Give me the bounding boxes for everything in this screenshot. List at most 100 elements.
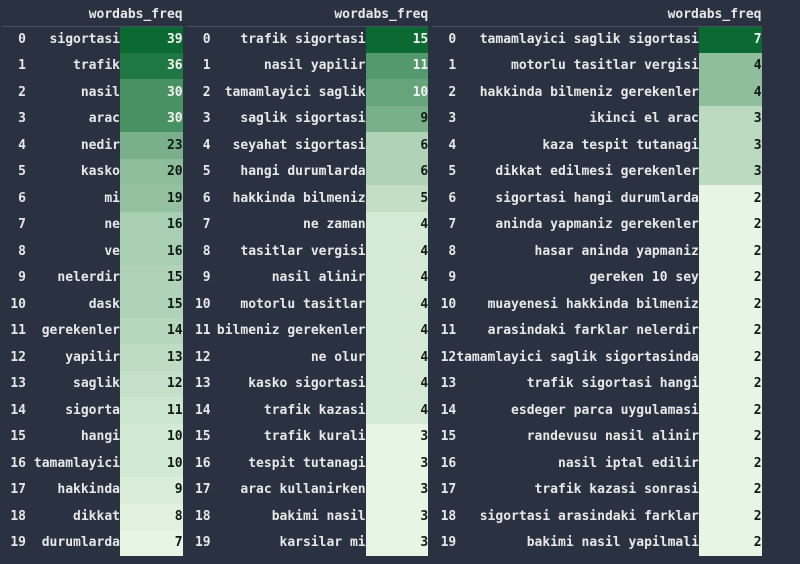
row-index: 11 [187, 318, 211, 345]
row-index: 4 [187, 132, 211, 159]
table-row: 11gerekenler14 [2, 318, 183, 345]
row-freq: 15 [120, 265, 183, 292]
row-freq: 2 [699, 397, 762, 424]
row-word: hakkinda [26, 477, 120, 504]
row-word: mi [26, 185, 120, 212]
freq-table-2: wordabs_freq0tamamlayici saglik sigortas… [432, 4, 761, 556]
row-index: 11 [2, 318, 26, 345]
table-row: 5dikkat edilmesi gerekenler3 [432, 159, 761, 186]
table-row: 14trafik kazasi4 [187, 397, 429, 424]
row-word: sigortasi [26, 26, 120, 53]
row-word: arac kullanirken [211, 477, 366, 504]
row-freq: 3 [366, 530, 429, 557]
row-freq: 2 [699, 185, 762, 212]
row-freq: 20 [120, 159, 183, 186]
row-index: 8 [187, 238, 211, 265]
row-word: arasindaki farklar nelerdir [456, 318, 699, 345]
row-freq: 23 [120, 132, 183, 159]
header-word: word [26, 4, 120, 26]
row-freq: 2 [699, 450, 762, 477]
row-word: hakkinda bilmeniz gerekenler [456, 79, 699, 106]
header-word: word [211, 4, 366, 26]
row-index: 18 [187, 503, 211, 530]
row-word: kasko [26, 159, 120, 186]
row-index: 1 [187, 53, 211, 80]
table-row: 7ne16 [2, 212, 183, 239]
row-word: bakimi nasil yapilmali [456, 530, 699, 557]
row-word: bakimi nasil [211, 503, 366, 530]
freq-table-1: wordabs_freq0trafik sigortasi151nasil ya… [187, 4, 429, 556]
row-index: 14 [2, 397, 26, 424]
row-index: 17 [187, 477, 211, 504]
table-row: 3saglik sigortasi9 [187, 106, 429, 133]
table-row: 15trafik kurali3 [187, 424, 429, 451]
table-row: 15randevusu nasil alinir2 [432, 424, 761, 451]
table-row: 19karsilar mi3 [187, 530, 429, 557]
row-freq: 4 [366, 344, 429, 371]
row-index: 8 [2, 238, 26, 265]
row-freq: 3 [699, 106, 762, 133]
row-word: tamamlayici saglik [211, 79, 366, 106]
row-index: 19 [432, 530, 456, 557]
table-row: 3ikinci el arac3 [432, 106, 761, 133]
row-index: 7 [432, 212, 456, 239]
row-freq: 2 [699, 265, 762, 292]
row-freq: 10 [366, 79, 429, 106]
table-row: 3arac30 [2, 106, 183, 133]
table-row: 16tespit tutanagi3 [187, 450, 429, 477]
table-row: 10motorlu tasitlar4 [187, 291, 429, 318]
row-index: 3 [432, 106, 456, 133]
row-word: nasil [26, 79, 120, 106]
row-index: 2 [187, 79, 211, 106]
row-freq: 2 [699, 238, 762, 265]
row-word: randevusu nasil alinir [456, 424, 699, 451]
row-word: sigortasi arasindaki farklar [456, 503, 699, 530]
row-word: trafik sigortasi [211, 26, 366, 53]
row-index: 15 [432, 424, 456, 451]
row-index: 13 [432, 371, 456, 398]
row-word: kasko sigortasi [211, 371, 366, 398]
table-row: 4nedir23 [2, 132, 183, 159]
row-word: arac [26, 106, 120, 133]
row-index: 4 [432, 132, 456, 159]
table-row: 15hangi10 [2, 424, 183, 451]
row-word: kaza tespit tutanagi [456, 132, 699, 159]
row-index: 0 [432, 26, 456, 53]
row-index: 12 [432, 344, 456, 371]
table-row: 14sigorta11 [2, 397, 183, 424]
row-word: sigorta [26, 397, 120, 424]
table-row: 19durumlarda7 [2, 530, 183, 557]
table-row: 4kaza tespit tutanagi3 [432, 132, 761, 159]
row-index: 10 [187, 291, 211, 318]
row-freq: 30 [120, 106, 183, 133]
table-row: 9nelerdir15 [2, 265, 183, 292]
row-freq: 6 [366, 159, 429, 186]
row-word: sigortasi hangi durumlarda [456, 185, 699, 212]
table-row: 2hakkinda bilmeniz gerekenler4 [432, 79, 761, 106]
table-row: 8ve16 [2, 238, 183, 265]
table-row: 7ne zaman4 [187, 212, 429, 239]
row-freq: 6 [366, 132, 429, 159]
row-index: 16 [432, 450, 456, 477]
row-freq: 39 [120, 26, 183, 53]
row-freq: 2 [699, 318, 762, 345]
row-word: ikinci el arac [456, 106, 699, 133]
row-freq: 4 [366, 212, 429, 239]
table-row: 16nasil iptal edilir2 [432, 450, 761, 477]
row-index: 10 [432, 291, 456, 318]
row-index: 13 [2, 371, 26, 398]
row-index: 14 [432, 397, 456, 424]
table-row: 13trafik sigortasi hangi2 [432, 371, 761, 398]
row-word: tasitlar vergisi [211, 238, 366, 265]
row-word: gereken 10 sey [456, 265, 699, 292]
header-freq: abs_freq [120, 4, 183, 26]
table-row: 4seyahat sigortasi6 [187, 132, 429, 159]
row-freq: 2 [699, 291, 762, 318]
row-word: saglik sigortasi [211, 106, 366, 133]
table-row: 17trafik kazasi sonrasi2 [432, 477, 761, 504]
table-row: 5hangi durumlarda6 [187, 159, 429, 186]
row-index: 1 [2, 53, 26, 80]
header-freq: abs_freq [699, 4, 762, 26]
table-row: 19bakimi nasil yapilmali2 [432, 530, 761, 557]
table-row: 9gereken 10 sey2 [432, 265, 761, 292]
